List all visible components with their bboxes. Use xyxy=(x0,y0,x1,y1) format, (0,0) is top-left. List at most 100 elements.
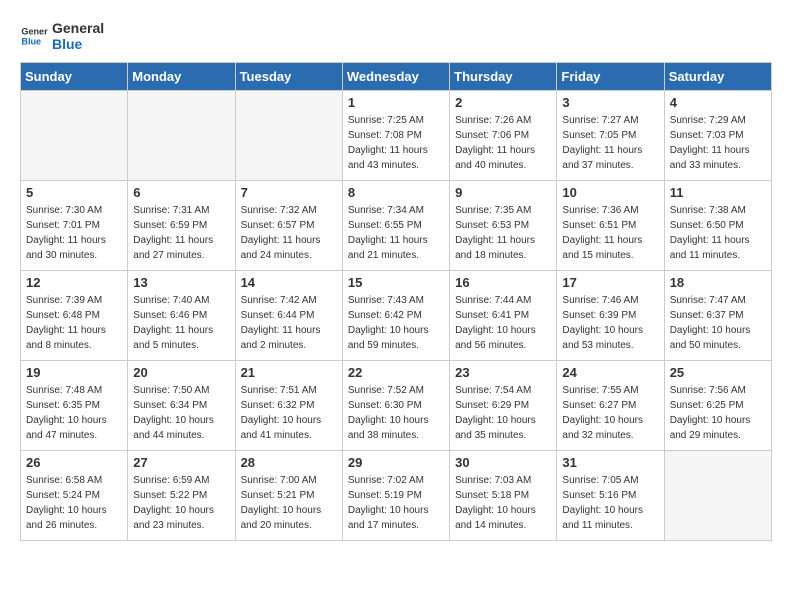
day-info: Sunrise: 7:38 AMSunset: 6:50 PMDaylight:… xyxy=(670,203,766,263)
header-monday: Monday xyxy=(128,63,235,91)
day-number: 3 xyxy=(562,95,658,110)
day-number: 4 xyxy=(670,95,766,110)
logo: General Blue General Blue xyxy=(20,20,104,52)
day-number: 18 xyxy=(670,275,766,290)
header-tuesday: Tuesday xyxy=(235,63,342,91)
day-number: 24 xyxy=(562,365,658,380)
day-info: Sunrise: 7:00 AMSunset: 5:21 PMDaylight:… xyxy=(241,473,337,533)
day-info: Sunrise: 7:25 AMSunset: 7:08 PMDaylight:… xyxy=(348,113,444,173)
day-info: Sunrise: 7:51 AMSunset: 6:32 PMDaylight:… xyxy=(241,383,337,443)
calendar-cell: 13 Sunrise: 7:40 AMSunset: 6:46 PMDayligh… xyxy=(128,271,235,361)
day-info: Sunrise: 7:54 AMSunset: 6:29 PMDaylight:… xyxy=(455,383,551,443)
calendar-cell: 2 Sunrise: 7:26 AMSunset: 7:06 PMDaylight… xyxy=(450,91,557,181)
calendar-week-1: 1 Sunrise: 7:25 AMSunset: 7:08 PMDaylight… xyxy=(21,91,772,181)
day-info: Sunrise: 7:30 AMSunset: 7:01 PMDaylight:… xyxy=(26,203,122,263)
calendar-cell xyxy=(21,91,128,181)
logo-general: General xyxy=(52,20,104,36)
calendar-cell: 22 Sunrise: 7:52 AMSunset: 6:30 PMDayligh… xyxy=(342,361,449,451)
day-info: Sunrise: 7:44 AMSunset: 6:41 PMDaylight:… xyxy=(455,293,551,353)
calendar-cell: 23 Sunrise: 7:54 AMSunset: 6:29 PMDayligh… xyxy=(450,361,557,451)
day-info: Sunrise: 7:29 AMSunset: 7:03 PMDaylight:… xyxy=(670,113,766,173)
day-info: Sunrise: 7:26 AMSunset: 7:06 PMDaylight:… xyxy=(455,113,551,173)
calendar-cell: 24 Sunrise: 7:55 AMSunset: 6:27 PMDayligh… xyxy=(557,361,664,451)
header-wednesday: Wednesday xyxy=(342,63,449,91)
day-number: 25 xyxy=(670,365,766,380)
day-number: 14 xyxy=(241,275,337,290)
day-number: 11 xyxy=(670,185,766,200)
day-info: Sunrise: 7:34 AMSunset: 6:55 PMDaylight:… xyxy=(348,203,444,263)
day-number: 6 xyxy=(133,185,229,200)
calendar-cell: 27Sunrise: 6:59 AMSunset: 5:22 PMDayligh… xyxy=(128,451,235,541)
header-friday: Friday xyxy=(557,63,664,91)
svg-text:Blue: Blue xyxy=(21,36,41,46)
day-number: 31 xyxy=(562,455,658,470)
day-number: 2 xyxy=(455,95,551,110)
page-header: General Blue General Blue xyxy=(20,20,772,52)
calendar-cell: 8 Sunrise: 7:34 AMSunset: 6:55 PMDaylight… xyxy=(342,181,449,271)
day-info: Sunrise: 7:02 AMSunset: 5:19 PMDaylight:… xyxy=(348,473,444,533)
day-number: 28 xyxy=(241,455,337,470)
day-number: 8 xyxy=(348,185,444,200)
day-number: 5 xyxy=(26,185,122,200)
day-info: Sunrise: 7:32 AMSunset: 6:57 PMDaylight:… xyxy=(241,203,337,263)
calendar-cell: 1 Sunrise: 7:25 AMSunset: 7:08 PMDaylight… xyxy=(342,91,449,181)
day-number: 29 xyxy=(348,455,444,470)
day-number: 17 xyxy=(562,275,658,290)
day-number: 9 xyxy=(455,185,551,200)
day-number: 30 xyxy=(455,455,551,470)
day-info: Sunrise: 7:42 AMSunset: 6:44 PMDaylight:… xyxy=(241,293,337,353)
calendar-cell: 3 Sunrise: 7:27 AMSunset: 7:05 PMDaylight… xyxy=(557,91,664,181)
day-info: Sunrise: 7:27 AMSunset: 7:05 PMDaylight:… xyxy=(562,113,658,173)
day-number: 23 xyxy=(455,365,551,380)
calendar-header-row: SundayMondayTuesdayWednesdayThursdayFrid… xyxy=(21,63,772,91)
header-sunday: Sunday xyxy=(21,63,128,91)
day-info: Sunrise: 7:48 AMSunset: 6:35 PMDaylight:… xyxy=(26,383,122,443)
calendar-week-2: 5 Sunrise: 7:30 AMSunset: 7:01 PMDaylight… xyxy=(21,181,772,271)
day-info: Sunrise: 7:47 AMSunset: 6:37 PMDaylight:… xyxy=(670,293,766,353)
day-number: 7 xyxy=(241,185,337,200)
day-number: 20 xyxy=(133,365,229,380)
day-info: Sunrise: 7:40 AMSunset: 6:46 PMDaylight:… xyxy=(133,293,229,353)
day-info: Sunrise: 6:59 AMSunset: 5:22 PMDaylight:… xyxy=(133,473,229,533)
calendar-cell: 25 Sunrise: 7:56 AMSunset: 6:25 PMDayligh… xyxy=(664,361,771,451)
calendar-cell xyxy=(128,91,235,181)
day-info: Sunrise: 7:05 AMSunset: 5:16 PMDaylight:… xyxy=(562,473,658,533)
calendar-cell: 28 Sunrise: 7:00 AMSunset: 5:21 PMDayligh… xyxy=(235,451,342,541)
calendar-cell: 12 Sunrise: 7:39 AMSunset: 6:48 PMDayligh… xyxy=(21,271,128,361)
calendar-cell: 18 Sunrise: 7:47 AMSunset: 6:37 PMDayligh… xyxy=(664,271,771,361)
day-info: Sunrise: 7:39 AMSunset: 6:48 PMDaylight:… xyxy=(26,293,122,353)
day-info: Sunrise: 7:55 AMSunset: 6:27 PMDaylight:… xyxy=(562,383,658,443)
day-number: 19 xyxy=(26,365,122,380)
calendar-cell: 29 Sunrise: 7:02 AMSunset: 5:19 PMDayligh… xyxy=(342,451,449,541)
day-number: 1 xyxy=(348,95,444,110)
day-info: Sunrise: 7:52 AMSunset: 6:30 PMDaylight:… xyxy=(348,383,444,443)
calendar-cell: 7 Sunrise: 7:32 AMSunset: 6:57 PMDaylight… xyxy=(235,181,342,271)
day-number: 26 xyxy=(26,455,122,470)
calendar-cell xyxy=(664,451,771,541)
day-number: 12 xyxy=(26,275,122,290)
day-info: Sunrise: 7:50 AMSunset: 6:34 PMDaylight:… xyxy=(133,383,229,443)
calendar-cell: 21 Sunrise: 7:51 AMSunset: 6:32 PMDayligh… xyxy=(235,361,342,451)
day-info: Sunrise: 7:56 AMSunset: 6:25 PMDaylight:… xyxy=(670,383,766,443)
day-number: 21 xyxy=(241,365,337,380)
day-info: Sunrise: 7:03 AMSunset: 5:18 PMDaylight:… xyxy=(455,473,551,533)
calendar-cell: 20 Sunrise: 7:50 AMSunset: 6:34 PMDayligh… xyxy=(128,361,235,451)
day-number: 15 xyxy=(348,275,444,290)
calendar-cell: 5 Sunrise: 7:30 AMSunset: 7:01 PMDaylight… xyxy=(21,181,128,271)
day-number: 13 xyxy=(133,275,229,290)
day-number: 22 xyxy=(348,365,444,380)
calendar-cell: 31 Sunrise: 7:05 AMSunset: 5:16 PMDayligh… xyxy=(557,451,664,541)
day-info: Sunrise: 7:43 AMSunset: 6:42 PMDaylight:… xyxy=(348,293,444,353)
calendar-cell: 14 Sunrise: 7:42 AMSunset: 6:44 PMDayligh… xyxy=(235,271,342,361)
calendar-cell: 19 Sunrise: 7:48 AMSunset: 6:35 PMDayligh… xyxy=(21,361,128,451)
calendar-cell: 10Sunrise: 7:36 AMSunset: 6:51 PMDayligh… xyxy=(557,181,664,271)
calendar-cell: 6Sunrise: 7:31 AMSunset: 6:59 PMDaylight… xyxy=(128,181,235,271)
calendar-cell: 9Sunrise: 7:35 AMSunset: 6:53 PMDaylight… xyxy=(450,181,557,271)
day-number: 16 xyxy=(455,275,551,290)
calendar-week-5: 26Sunrise: 6:58 AMSunset: 5:24 PMDayligh… xyxy=(21,451,772,541)
calendar-week-4: 19 Sunrise: 7:48 AMSunset: 6:35 PMDayligh… xyxy=(21,361,772,451)
calendar-cell: 15 Sunrise: 7:43 AMSunset: 6:42 PMDayligh… xyxy=(342,271,449,361)
calendar-cell: 16 Sunrise: 7:44 AMSunset: 6:41 PMDayligh… xyxy=(450,271,557,361)
header-saturday: Saturday xyxy=(664,63,771,91)
calendar-cell: 4 Sunrise: 7:29 AMSunset: 7:03 PMDaylight… xyxy=(664,91,771,181)
